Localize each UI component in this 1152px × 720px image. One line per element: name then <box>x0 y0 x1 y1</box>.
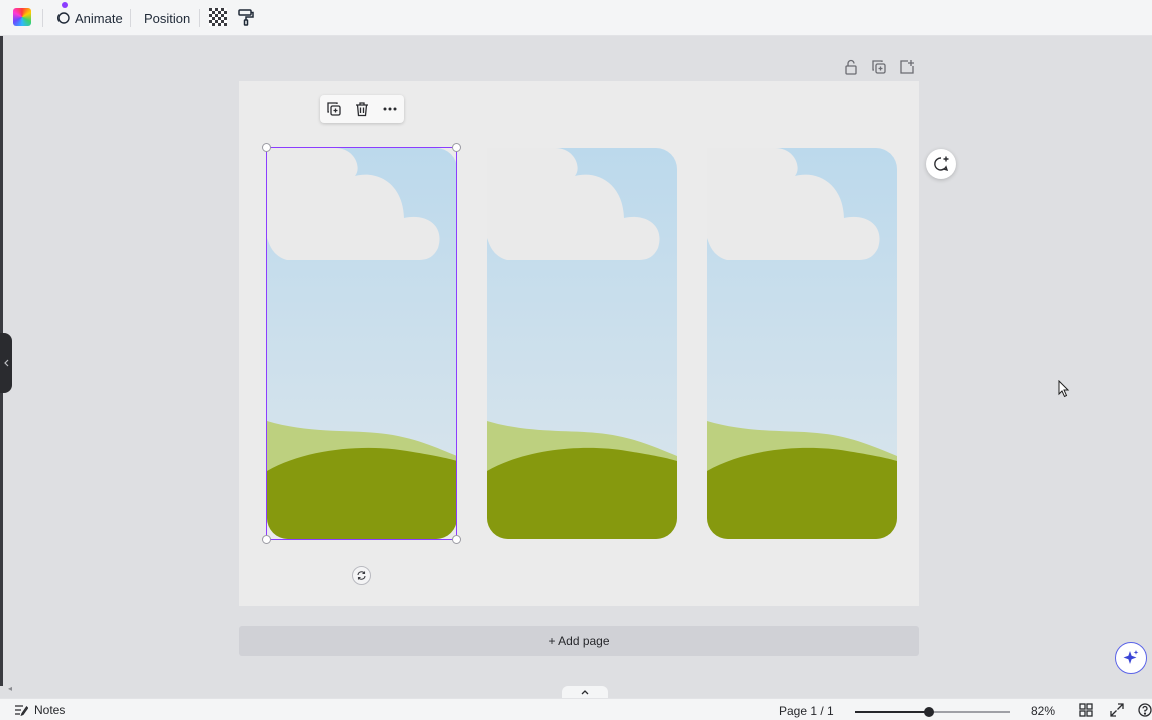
notes-icon <box>15 705 28 716</box>
scroll-left-arrow[interactable]: ◂ <box>8 684 12 693</box>
editor-toolbar: Animate Position <box>0 0 1152 36</box>
position-button[interactable]: Position <box>140 6 194 30</box>
hill-dark <box>267 447 457 539</box>
frame-3[interactable] <box>707 148 897 539</box>
paint-roller-icon[interactable] <box>237 8 257 28</box>
zoom-slider-fill <box>855 711 930 713</box>
editor-footer: Notes Page 1 / 1 82% <box>0 698 1152 720</box>
resize-handle-top-left[interactable] <box>262 143 271 152</box>
page-strip-toggle[interactable] <box>562 686 608 698</box>
chevron-up-icon <box>581 690 589 695</box>
lock-icon[interactable] <box>842 58 860 76</box>
comment-add-icon <box>934 156 949 172</box>
frame-1[interactable] <box>267 148 457 539</box>
add-page-icon[interactable] <box>898 58 916 76</box>
magic-assistant-button[interactable] <box>1115 642 1147 674</box>
duplicate-page-icon[interactable] <box>870 58 888 76</box>
trash-icon[interactable] <box>352 99 372 119</box>
element-toolbar <box>320 95 404 123</box>
rotate-icon <box>357 571 366 580</box>
animate-icon <box>57 12 70 24</box>
grid-view-icon[interactable] <box>1079 703 1093 717</box>
animate-label: Animate <box>75 10 123 26</box>
duplicate-icon[interactable] <box>324 99 344 119</box>
mouse-cursor-icon <box>1058 380 1070 398</box>
resize-handle-bottom-left[interactable] <box>262 535 271 544</box>
transparency-icon[interactable] <box>209 8 229 28</box>
collapse-panel-handle[interactable] <box>0 333 12 393</box>
frame-2[interactable] <box>487 148 677 539</box>
page-indicator[interactable]: Page 1 / 1 <box>779 704 834 718</box>
zoom-slider-thumb[interactable] <box>924 707 935 717</box>
resize-handle-top-right[interactable] <box>452 143 461 152</box>
animate-button[interactable]: Animate <box>52 6 127 30</box>
zoom-level[interactable]: 82% <box>1031 704 1055 718</box>
more-icon[interactable] <box>380 99 400 119</box>
hill-dark <box>487 447 677 539</box>
new-feature-dot <box>62 2 68 8</box>
add-page-button[interactable]: + Add page <box>239 626 919 656</box>
notes-label: Notes <box>34 703 66 717</box>
resize-handle-bottom-right[interactable] <box>452 535 461 544</box>
toolbar-divider <box>42 9 43 27</box>
add-comment-button[interactable] <box>926 149 956 179</box>
toolbar-divider <box>130 9 131 27</box>
hill-dark <box>707 447 897 539</box>
rotate-handle[interactable] <box>352 566 371 585</box>
chevron-left-icon <box>4 359 9 367</box>
position-label: Position <box>144 10 191 26</box>
help-icon[interactable] <box>1138 703 1152 717</box>
sparkle-icon <box>1123 650 1139 664</box>
notes-button[interactable]: Notes <box>14 703 65 717</box>
color-palette-icon[interactable] <box>13 8 31 26</box>
add-page-label: + Add page <box>548 634 610 648</box>
toolbar-divider <box>199 9 200 27</box>
fullscreen-icon[interactable] <box>1110 703 1124 717</box>
